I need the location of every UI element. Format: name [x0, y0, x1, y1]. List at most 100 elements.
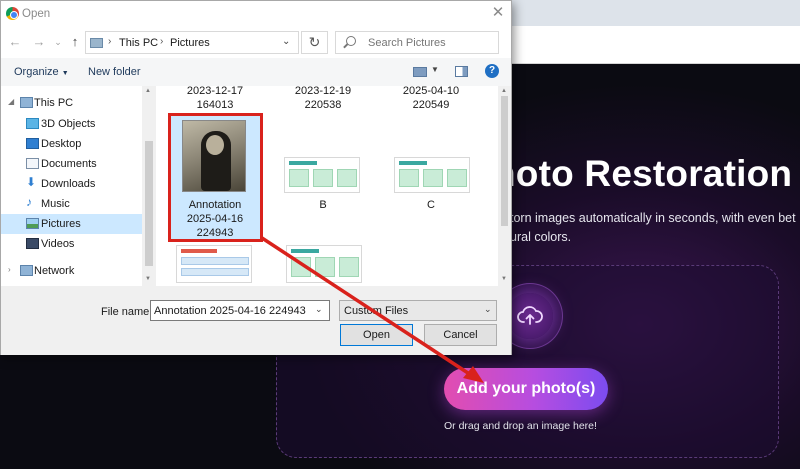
doc-block — [339, 257, 359, 277]
download-arrow-icon: ⬇ — [26, 175, 37, 189]
tree-item-pictures[interactable]: Pictures — [1, 214, 142, 234]
navigation-pane: ◢ This PC 3D Objects Desktop Documents ⬇… — [1, 86, 156, 286]
file-type-select[interactable]: Custom Files ⌄ — [339, 300, 497, 321]
file-name-line: 220549 — [412, 99, 450, 111]
tree-item-music[interactable]: ♪ Music — [1, 194, 142, 214]
breadcrumb-chevron-icon[interactable]: › — [108, 36, 111, 47]
close-icon[interactable]: ✕ — [489, 4, 507, 22]
doc-block — [399, 169, 419, 187]
file-name-line: 2023-12-19 — [294, 85, 352, 97]
forward-arrow-icon[interactable]: → — [31, 34, 47, 50]
file-name-label: File name: — [101, 306, 153, 318]
file-item-2023-12-19[interactable]: 2023-12-19 220538 — [268, 84, 378, 112]
breadcrumb-this-pc[interactable]: This PC — [119, 37, 158, 49]
tree-item-desktop[interactable]: Desktop — [1, 134, 142, 154]
tree-item-documents[interactable]: Documents — [1, 154, 142, 174]
videos-icon — [26, 238, 39, 249]
tree-item-label: Desktop — [41, 138, 82, 150]
dialog-title: Open — [22, 8, 51, 20]
up-arrow-icon[interactable]: ↑ — [67, 34, 83, 50]
annotation-highlight-box — [168, 113, 263, 242]
file-name-input[interactable] — [154, 304, 309, 318]
organize-label: Organize — [14, 66, 59, 78]
document-thumbnail-c[interactable] — [394, 157, 470, 193]
doc-block — [181, 257, 249, 265]
search-box[interactable] — [335, 31, 499, 54]
scroll-down-icon[interactable]: ▼ — [145, 276, 151, 282]
caret-down-icon[interactable]: ◢ — [8, 97, 14, 106]
scroll-up-icon[interactable]: ▲ — [501, 88, 507, 94]
tree-scrollbar[interactable]: ▲ ▼ — [142, 86, 156, 286]
desktop-icon — [26, 138, 39, 149]
tree-item-label: Pictures — [41, 218, 81, 230]
file-item-c[interactable]: C — [376, 198, 486, 212]
refresh-icon[interactable]: ↻ — [301, 31, 328, 54]
change-view-icon[interactable] — [413, 67, 427, 77]
hero-title: hoto Restoration — [493, 153, 793, 194]
file-item-2025-04-10[interactable]: 2025-04-10 220549 — [376, 84, 486, 112]
document-thumbnail-b[interactable] — [284, 157, 360, 193]
document-thumbnail-partial[interactable] — [176, 245, 252, 283]
tree-item-3d-objects[interactable]: 3D Objects — [1, 114, 142, 134]
caret-down-icon[interactable]: ▼ — [431, 65, 439, 74]
recent-chevron-icon[interactable]: ⌄ — [50, 34, 66, 50]
tree-scrollbar-thumb[interactable] — [145, 141, 153, 266]
file-list-scrollbar-thumb[interactable] — [501, 96, 508, 226]
tree-item-label: 3D Objects — [41, 118, 96, 130]
scroll-down-icon[interactable]: ▼ — [501, 276, 507, 282]
file-name-combobox[interactable]: ⌄ — [150, 300, 330, 321]
breadcrumb-pictures[interactable]: Pictures — [170, 37, 210, 49]
doc-block — [315, 257, 335, 277]
tree-item-label: Network — [34, 265, 75, 277]
chevron-down-icon[interactable]: ⌄ — [484, 304, 492, 315]
tree-item-label: This PC — [34, 97, 74, 109]
dialog-titlebar: Open ✕ — [1, 1, 511, 28]
tree-item-label: Documents — [41, 158, 97, 170]
doc-header-bar — [291, 249, 319, 253]
file-item-b[interactable]: B — [268, 198, 378, 212]
cloud-upload-icon[interactable] — [507, 293, 553, 339]
doc-block — [181, 268, 249, 276]
doc-block — [423, 169, 443, 187]
preview-pane-icon[interactable] — [455, 66, 468, 77]
network-icon — [20, 265, 33, 276]
chevron-down-icon[interactable]: ⌄ — [282, 36, 290, 47]
pc-icon — [90, 38, 103, 48]
tree-item-label: Music — [41, 198, 70, 210]
open-button[interactable]: Open — [340, 324, 413, 346]
doc-block — [337, 169, 357, 187]
cube-icon — [26, 118, 39, 129]
command-bar: Organize ▼ New folder ▼ ? — [1, 58, 511, 86]
scroll-up-icon[interactable]: ▲ — [145, 88, 151, 94]
new-folder-button[interactable]: New folder — [88, 66, 141, 78]
file-name-line: 2025-04-10 — [402, 85, 460, 97]
address-bar[interactable]: › This PC › Pictures ⌄ — [85, 31, 299, 54]
hero-subtitle-line-2: ural colors. — [510, 230, 572, 244]
add-photo-button[interactable]: Add your photo(s) — [444, 368, 608, 410]
search-icon — [346, 36, 356, 46]
tree-item-videos[interactable]: Videos — [1, 234, 142, 254]
tree-item-network[interactable]: › Network — [1, 261, 142, 281]
caret-right-icon[interactable]: › — [8, 265, 11, 274]
dialog-footer: File name: ⌄ Custom Files ⌄ Open Cancel — [1, 286, 511, 355]
help-icon[interactable]: ? — [485, 64, 499, 78]
file-list-scrollbar[interactable]: ▲ ▼ — [498, 86, 511, 286]
cancel-button[interactable]: Cancel — [424, 324, 497, 346]
chevron-down-icon[interactable]: ⌄ — [315, 304, 323, 315]
tree-item-label: Videos — [41, 238, 75, 250]
document-thumbnail-partial[interactable] — [286, 245, 362, 283]
doc-block — [313, 169, 333, 187]
tree-item-this-pc[interactable]: ◢ This PC — [1, 93, 142, 113]
organize-menu[interactable]: Organize ▼ — [14, 66, 69, 78]
hero-subtitle-line-1: torn images automatically in seconds, wi… — [510, 211, 796, 225]
breadcrumb-chevron-icon[interactable]: › — [160, 36, 163, 47]
drag-drop-hint: Or drag and drop an image here! — [444, 420, 597, 432]
back-arrow-icon[interactable]: ← — [7, 34, 23, 50]
search-input[interactable] — [368, 34, 494, 51]
computer-icon — [20, 97, 33, 108]
tree-item-downloads[interactable]: ⬇ Downloads — [1, 174, 142, 194]
chrome-icon — [6, 7, 19, 20]
music-note-icon: ♪ — [26, 195, 32, 209]
file-item-2023-12-17[interactable]: 2023-12-17 164013 — [160, 84, 270, 112]
file-name-line: 2023-12-17 — [186, 85, 244, 97]
